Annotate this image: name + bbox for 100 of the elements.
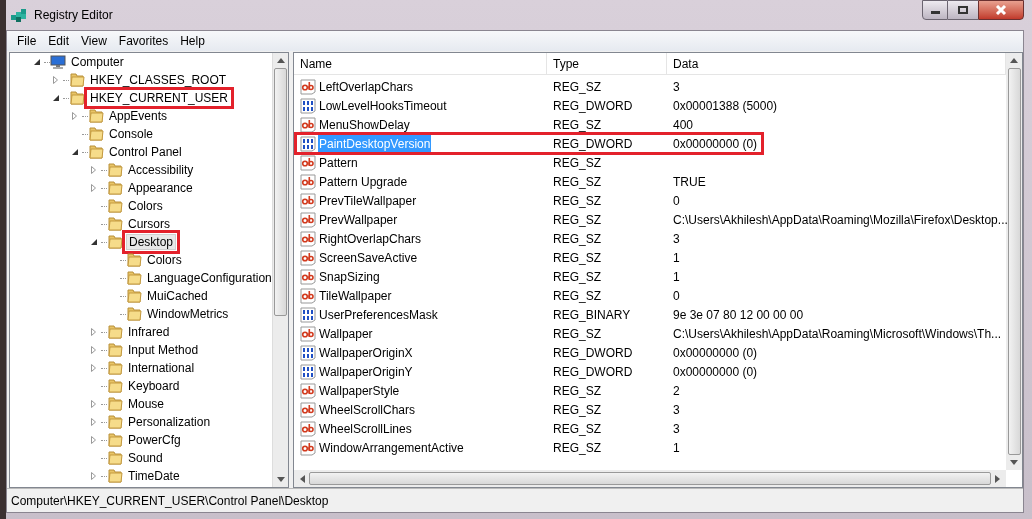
status-bar-text: Computer\HKEY_CURRENT_USER\Control Panel\Desktop xyxy=(11,492,329,510)
tree-item[interactable]: TimeDate xyxy=(126,469,182,483)
column-header[interactable]: Type xyxy=(547,53,667,74)
expanded-arrow-icon[interactable] xyxy=(91,239,97,245)
folder-icon xyxy=(88,126,104,142)
tree-item[interactable]: Appearance xyxy=(126,181,195,195)
value-name[interactable]: Pattern Upgrade xyxy=(318,172,409,191)
value-type: REG_SZ xyxy=(552,287,602,305)
value-data: C:\Users\Akhilesh\AppData\Roaming\Microsoft\Windows\Th... xyxy=(672,325,1003,343)
value-name[interactable]: LeftOverlapChars xyxy=(318,77,415,96)
cubes-icon xyxy=(10,6,28,24)
value-name[interactable]: Wallpaper xyxy=(318,324,374,343)
maximize-button[interactable] xyxy=(948,0,978,20)
horizontal-scrollbar[interactable] xyxy=(294,470,1006,487)
collapsed-arrow-icon[interactable] xyxy=(91,364,96,372)
collapsed-arrow-icon[interactable] xyxy=(91,436,96,444)
string-value-icon xyxy=(300,325,316,342)
value-name[interactable]: TileWallpaper xyxy=(318,286,393,305)
minimize-button[interactable] xyxy=(922,0,948,20)
tree-item[interactable]: HKEY_CLASSES_ROOT xyxy=(88,73,229,87)
folder-icon xyxy=(88,108,104,124)
menu-item[interactable]: Edit xyxy=(42,32,76,50)
expanded-arrow-icon[interactable] xyxy=(53,95,59,101)
tree-item[interactable]: PowerCfg xyxy=(126,433,183,447)
value-name[interactable]: WallpaperOriginY xyxy=(318,362,414,381)
tree-item[interactable]: Console xyxy=(107,127,156,141)
string-value-icon xyxy=(300,382,316,399)
tree-item[interactable]: Mouse xyxy=(126,397,167,411)
scroll-down-icon[interactable] xyxy=(276,477,285,482)
tree-item[interactable]: MuiCached xyxy=(145,289,210,303)
menu-item[interactable]: File xyxy=(11,32,43,50)
tree-item[interactable]: Input Method xyxy=(126,343,201,357)
tree-item[interactable]: WindowMetrics xyxy=(145,307,231,321)
string-value-icon xyxy=(300,192,316,209)
scroll-left-icon[interactable] xyxy=(300,474,305,483)
collapsed-arrow-icon[interactable] xyxy=(72,112,77,120)
value-data: 3 xyxy=(672,401,681,419)
folder-icon xyxy=(107,234,123,250)
column-header[interactable]: Name xyxy=(294,53,547,74)
scroll-up-icon[interactable] xyxy=(1010,58,1018,63)
collapsed-arrow-icon[interactable] xyxy=(91,184,96,192)
folder-icon xyxy=(107,216,123,232)
tree-item[interactable]: Accessibility xyxy=(126,163,196,177)
value-name[interactable]: PrevTileWallpaper xyxy=(318,191,418,210)
tree-item[interactable]: Personalization xyxy=(126,415,213,429)
collapsed-arrow-icon[interactable] xyxy=(91,346,96,354)
value-name[interactable]: WindowArrangementActive xyxy=(318,438,465,457)
collapsed-arrow-icon[interactable] xyxy=(91,472,96,480)
value-name[interactable]: UserPreferencesMask xyxy=(318,305,439,324)
expanded-arrow-icon[interactable] xyxy=(34,59,40,65)
collapsed-arrow-icon[interactable] xyxy=(91,400,96,408)
value-data: 3 xyxy=(672,420,681,438)
value-name[interactable]: WheelScrollChars xyxy=(318,400,417,419)
vertical-scrollbar[interactable] xyxy=(272,53,288,487)
string-value-icon xyxy=(300,116,316,133)
tree-item[interactable]: Infrared xyxy=(126,325,172,339)
scroll-right-icon[interactable] xyxy=(995,474,1000,483)
value-name[interactable]: MenuShowDelay xyxy=(318,115,411,134)
scroll-down-icon[interactable] xyxy=(1010,460,1018,465)
menu-item[interactable]: Help xyxy=(174,32,211,50)
menu-item[interactable]: View xyxy=(75,32,113,50)
tree-item[interactable]: Sound xyxy=(126,451,165,465)
expanded-arrow-icon[interactable] xyxy=(72,149,78,155)
string-value-icon xyxy=(300,154,316,171)
value-name[interactable]: Pattern xyxy=(318,153,359,172)
value-name[interactable]: LowLevelHooksTimeout xyxy=(318,96,448,115)
collapsed-arrow-icon[interactable] xyxy=(53,76,58,84)
string-value-icon xyxy=(300,420,316,437)
collapsed-arrow-icon[interactable] xyxy=(91,328,96,336)
value-name[interactable]: SnapSizing xyxy=(318,267,381,286)
value-name[interactable]: WheelScrollLines xyxy=(318,419,413,438)
scroll-up-icon[interactable] xyxy=(276,58,285,63)
window-title: Registry Editor xyxy=(34,7,113,24)
folder-icon xyxy=(126,252,142,268)
binary-value-icon xyxy=(300,135,316,152)
folder-icon xyxy=(126,270,142,286)
tree-item[interactable]: Keyboard xyxy=(126,379,182,393)
value-type: REG_SZ xyxy=(552,116,602,134)
value-name[interactable]: PrevWallpaper xyxy=(318,210,399,229)
string-value-icon xyxy=(300,230,316,247)
menu-item[interactable]: Favorites xyxy=(112,32,175,50)
tree-item[interactable]: Colors xyxy=(126,199,165,213)
value-data: 0x00000000 (0) xyxy=(672,363,759,381)
tree-item[interactable]: AppEvents xyxy=(107,109,170,123)
value-name[interactable]: RightOverlapChars xyxy=(318,229,423,248)
value-name[interactable]: WallpaperStyle xyxy=(318,381,401,400)
tree-item[interactable]: LanguageConfiguration xyxy=(145,271,272,285)
vertical-scrollbar[interactable] xyxy=(1006,53,1022,470)
string-value-icon xyxy=(300,173,316,190)
collapsed-arrow-icon[interactable] xyxy=(91,166,96,174)
close-button[interactable] xyxy=(978,0,1024,20)
tree-item[interactable]: Computer xyxy=(69,55,126,69)
tree-item[interactable]: Colors xyxy=(145,253,184,267)
tree-item[interactable]: International xyxy=(126,361,197,375)
value-name[interactable]: WallpaperOriginX xyxy=(318,343,414,362)
folder-icon xyxy=(126,288,142,304)
tree-item[interactable]: Cursors xyxy=(126,217,172,231)
collapsed-arrow-icon[interactable] xyxy=(91,418,96,426)
value-name[interactable]: ScreenSaveActive xyxy=(318,248,419,267)
tree-item[interactable]: Control Panel xyxy=(107,145,184,159)
